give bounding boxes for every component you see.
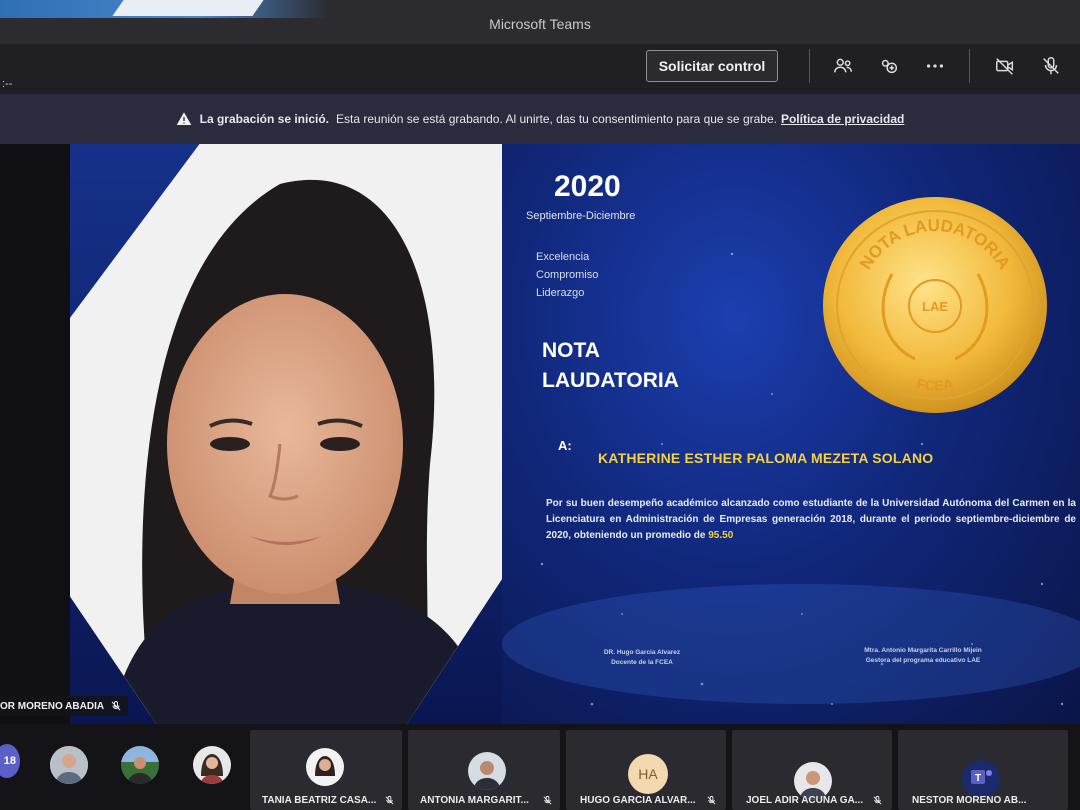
share-tray-icon[interactable]	[876, 54, 902, 78]
certificate-heading: NOTA LAUDATORIA	[542, 336, 679, 396]
overflow-count-badge[interactable]: 18	[0, 744, 20, 778]
certificate-photo-panel	[70, 144, 502, 724]
recording-banner: La grabación se inició. Esta reunión se …	[0, 94, 1080, 144]
meeting-timer: :--	[2, 78, 13, 90]
speaker-name-tag: OR MORENO ABADIA	[0, 696, 129, 716]
mic-off-icon[interactable]	[1038, 54, 1064, 78]
toolbar-separator	[969, 49, 970, 83]
mic-off-icon	[385, 795, 394, 805]
camera-off-icon[interactable]	[992, 54, 1018, 78]
certificate-recipient: KATHERINE ESTHER PALOMA MEZETA SOLANO	[598, 450, 934, 466]
participant-avatar[interactable]	[121, 746, 159, 784]
signature-left-role: Docente de la FCEA	[611, 659, 673, 666]
meeting-toolbar: :-- Solicitar control	[0, 44, 1080, 94]
privacy-policy-link[interactable]: Política de privacidad	[781, 112, 904, 126]
signature-left-name: DR. Hugo Garcia Alvarez	[603, 649, 681, 656]
certificate-values: Excelencia Compromiso Liderazgo	[536, 248, 598, 302]
student-photo-frame	[70, 144, 502, 724]
seal-center-text: LAE	[922, 299, 948, 314]
signature-left: DR. Hugo Garcia Alvarez Docente de la FC…	[572, 648, 712, 668]
participant-avatar	[306, 748, 344, 786]
more-icon[interactable]	[922, 54, 948, 78]
svg-text:FCEA: FCEA	[915, 375, 954, 393]
participant-name: HUGO GARCIA ALVAR...	[580, 795, 696, 806]
certificate-to-label: A:	[558, 438, 572, 453]
signature-right-name: Mtra. Antonio Margarita Carrillo Mijein	[864, 647, 982, 654]
title-bar: Microsoft Teams	[0, 0, 1080, 44]
heading-line: LAUDATORIA	[542, 369, 679, 392]
toolbar-separator	[809, 49, 810, 83]
speaker-name: OR MORENO ABADIA	[0, 700, 105, 712]
title-bar-decoration-white	[112, 0, 264, 16]
value-item: Excelencia	[536, 251, 590, 263]
participant-tile[interactable]: JOEL ADIR ACUNA GA...	[732, 730, 892, 810]
signature-right-role: Gestora del programa educativo LAE	[865, 657, 981, 664]
certificate-grade: 95.50	[708, 530, 734, 541]
participant-name: TANIA BEATRIZ CASA...	[262, 795, 377, 806]
signature-right: Mtra. Antonio Margarita Carrillo Mijein …	[828, 646, 1018, 666]
participant-initials-avatar: HA	[628, 754, 668, 794]
participant-avatar	[468, 752, 506, 790]
participant-tile[interactable]: T NESTOR MORENO AB...	[898, 730, 1068, 810]
certificate-period: Septiembre-Diciembre	[526, 210, 636, 222]
participant-tile[interactable]: TANIA BEATRIZ CASA...	[250, 730, 402, 810]
mic-off-icon	[707, 795, 716, 805]
participant-name: ANTONIA MARGARIT...	[420, 795, 529, 806]
shared-content-stage: 2020 Septiembre-Diciembre Excelencia Com…	[0, 144, 1080, 724]
participant-avatar[interactable]	[193, 746, 231, 784]
warning-icon	[176, 112, 191, 125]
recording-text: Esta reunión se está grabando. Al unirte…	[336, 112, 777, 126]
app-title: Microsoft Teams	[489, 16, 591, 32]
participants-bar: 18 TANIA BEATRIZ CASA... ANTONIA MARGARI…	[0, 724, 1080, 810]
certificate-year: 2020	[554, 170, 621, 203]
participant-name: JOEL ADIR ACUNA GA...	[746, 795, 864, 806]
mic-off-icon	[543, 795, 552, 805]
people-icon[interactable]	[830, 54, 856, 78]
student-photo	[70, 144, 502, 724]
heading-line: NOTA	[542, 339, 600, 362]
participant-tile[interactable]: ANTONIA MARGARIT...	[408, 730, 560, 810]
mic-off-icon	[873, 795, 882, 805]
participant-name: NESTOR MORENO AB...	[912, 795, 1027, 806]
recording-label: La grabación se inició.	[199, 112, 330, 126]
participant-tile[interactable]: HA HUGO GARCIA ALVAR...	[566, 730, 726, 810]
teams-window: Microsoft Teams :-- Solicitar control La…	[0, 0, 1080, 810]
value-item: Compromiso	[536, 269, 599, 281]
participant-avatar[interactable]	[50, 746, 88, 784]
mic-off-icon	[111, 701, 121, 711]
svg-text:T: T	[975, 773, 981, 784]
certificate-slide: 2020 Septiembre-Diciembre Excelencia Com…	[502, 144, 1080, 724]
certificate-body: Por su buen desempeño académico alcanzad…	[546, 496, 1076, 544]
teams-logo-avatar: T	[962, 760, 1000, 798]
gold-seal: NOTA LAUDATORIA LAE FCEA	[823, 197, 1047, 413]
seal-bottom-text: FCEA	[915, 375, 954, 393]
request-control-button[interactable]: Solicitar control	[646, 50, 778, 82]
certificate-body-text: Por su buen desempeño académico alcanzad…	[546, 498, 1076, 541]
stage-left-strip	[0, 144, 70, 724]
value-item: Liderazgo	[536, 287, 585, 299]
